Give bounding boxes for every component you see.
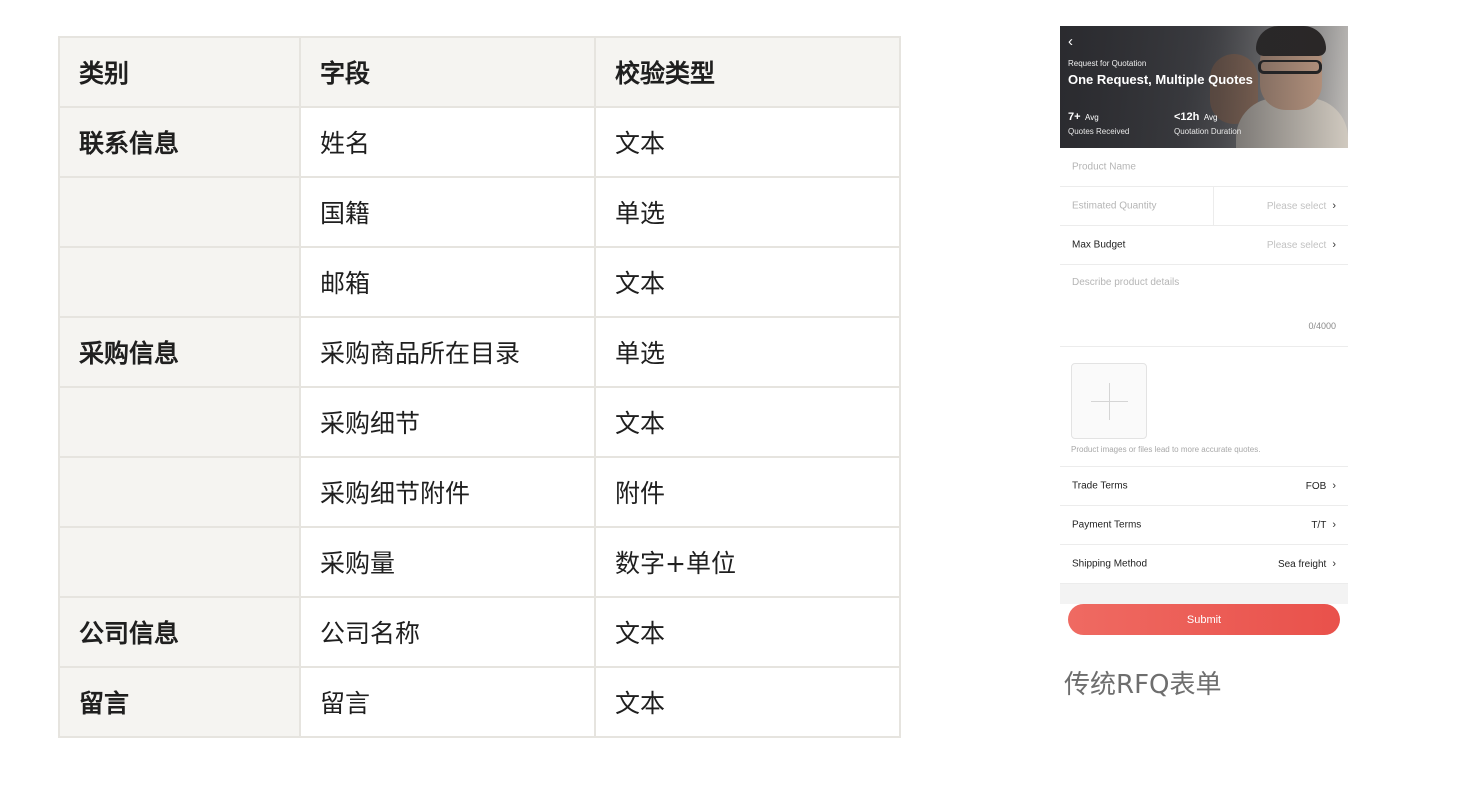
figure-caption: 传统RFQ表单: [1064, 670, 1222, 700]
row-validation-type: 文本: [594, 106, 901, 178]
stat-value: <12h: [1174, 111, 1200, 123]
row-validation-type: 文本: [594, 596, 901, 668]
max-budget-value: Please select: [1266, 239, 1327, 251]
trade-terms-value: FOB: [1305, 480, 1327, 492]
unit-select[interactable]: Please select ›: [1267, 200, 1336, 212]
table-row: 采购细节 文本: [58, 386, 901, 458]
payment-terms-label: Payment Terms: [1072, 519, 1142, 531]
character-counter: 0/4000: [1308, 321, 1336, 331]
field-divider: [1213, 187, 1214, 225]
chevron-right-icon: ›: [1332, 519, 1336, 531]
rfq-hero-banner: ‹ Request for Quotation One Request, Mul…: [1060, 26, 1348, 148]
row-category: [58, 456, 301, 528]
max-budget-select[interactable]: Please select ›: [1267, 239, 1336, 251]
shipping-method-select[interactable]: Sea freight ›: [1278, 558, 1336, 570]
row-field: 姓名: [299, 106, 596, 178]
row-category: 留言: [58, 666, 301, 738]
stat-value: 7+: [1068, 111, 1081, 123]
row-validation-type: 单选: [594, 316, 901, 388]
row-field: 公司名称: [299, 596, 596, 668]
row-validation-type: 文本: [594, 246, 901, 318]
chevron-right-icon: ›: [1332, 558, 1336, 570]
row-field: 采购商品所在目录: [299, 316, 596, 388]
submit-button[interactable]: Submit: [1068, 604, 1340, 635]
row-field: 采购量: [299, 526, 596, 598]
row-category: [58, 386, 301, 458]
max-budget-field[interactable]: Max Budget Please select ›: [1060, 226, 1348, 265]
max-budget-label: Max Budget: [1072, 239, 1126, 251]
stat-quotes-received: 7+ Avg Quotes Received: [1068, 107, 1129, 136]
stat-caption: Quotation Duration: [1174, 127, 1242, 136]
hero-eyebrow: Request for Quotation: [1068, 59, 1147, 68]
table-row: 采购细节附件 附件: [58, 456, 901, 528]
header-category: 类别: [58, 36, 301, 108]
product-details-textarea[interactable]: Describe product details 0/4000: [1060, 265, 1348, 347]
field-validation-table: 类别 字段 校验类型 联系信息 姓名 文本 国籍 单选 邮箱 文本 采购信息 采…: [58, 36, 901, 738]
unit-select-value: Please select: [1266, 200, 1327, 212]
chevron-right-icon: ›: [1332, 480, 1336, 492]
stat-caption: Quotes Received: [1068, 127, 1130, 136]
table-row: 国籍 单选: [58, 176, 901, 248]
chevron-right-icon: ›: [1332, 239, 1336, 251]
product-name-field[interactable]: Product Name: [1060, 148, 1348, 187]
upload-hint: Product images or files lead to more acc…: [1071, 445, 1261, 454]
estimated-quantity-field[interactable]: Estimated Quantity Please select ›: [1060, 187, 1348, 226]
row-category: 公司信息: [58, 596, 301, 668]
table-row: 联系信息 姓名 文本: [58, 106, 901, 178]
shipping-method-value: Sea freight: [1277, 558, 1327, 570]
rfq-form-screenshot: ‹ Request for Quotation One Request, Mul…: [1060, 26, 1348, 638]
row-validation-type: 数字+单位: [594, 526, 901, 598]
section-spacer: [1060, 584, 1348, 604]
add-attachment-button[interactable]: [1071, 363, 1147, 439]
row-field: 留言: [299, 666, 596, 738]
table-row: 采购信息 采购商品所在目录 单选: [58, 316, 901, 388]
product-details-placeholder: Describe product details: [1072, 277, 1180, 288]
row-category: [58, 176, 301, 248]
row-field: 国籍: [299, 176, 596, 248]
row-validation-type: 文本: [594, 666, 901, 738]
hero-headline: One Request, Multiple Quotes: [1068, 72, 1253, 87]
stat-avg-label: Avg: [1085, 113, 1099, 122]
table-row: 邮箱 文本: [58, 246, 901, 318]
trade-terms-select[interactable]: FOB ›: [1306, 480, 1336, 492]
table-row: 采购量 数字+单位: [58, 526, 901, 598]
stat-avg-label: Avg: [1203, 113, 1218, 122]
product-name-placeholder: Product Name: [1072, 161, 1136, 173]
row-field: 邮箱: [299, 246, 596, 318]
payment-terms-select[interactable]: T/T ›: [1311, 519, 1336, 531]
row-category: [58, 526, 301, 598]
shipping-method-row[interactable]: Shipping Method Sea freight ›: [1060, 545, 1348, 584]
header-validation-type: 校验类型: [594, 36, 901, 108]
row-category: 采购信息: [58, 316, 301, 388]
row-validation-type: 文本: [594, 386, 901, 458]
row-validation-type: 附件: [594, 456, 901, 528]
header-field: 字段: [299, 36, 596, 108]
shipping-method-label: Shipping Method: [1072, 558, 1148, 570]
chevron-right-icon: ›: [1332, 200, 1336, 212]
stat-quotation-duration: <12h Avg Quotation Duration: [1174, 107, 1241, 136]
table-row: 公司信息 公司名称 文本: [58, 596, 901, 668]
payment-terms-row[interactable]: Payment Terms T/T ›: [1060, 506, 1348, 545]
payment-terms-value: T/T: [1311, 519, 1327, 531]
trade-terms-label: Trade Terms: [1072, 480, 1128, 492]
row-validation-type: 单选: [594, 176, 901, 248]
trade-terms-row[interactable]: Trade Terms FOB ›: [1060, 467, 1348, 506]
row-category: [58, 246, 301, 318]
row-field: 采购细节: [299, 386, 596, 458]
estimated-quantity-placeholder: Estimated Quantity: [1072, 200, 1157, 212]
table-row: 留言 留言 文本: [58, 666, 901, 738]
row-field: 采购细节附件: [299, 456, 596, 528]
chevron-left-icon[interactable]: ‹: [1068, 34, 1073, 49]
row-category: 联系信息: [58, 106, 301, 178]
table-header-row: 类别 字段 校验类型: [58, 36, 901, 108]
upload-section: Product images or files lead to more acc…: [1060, 347, 1348, 467]
